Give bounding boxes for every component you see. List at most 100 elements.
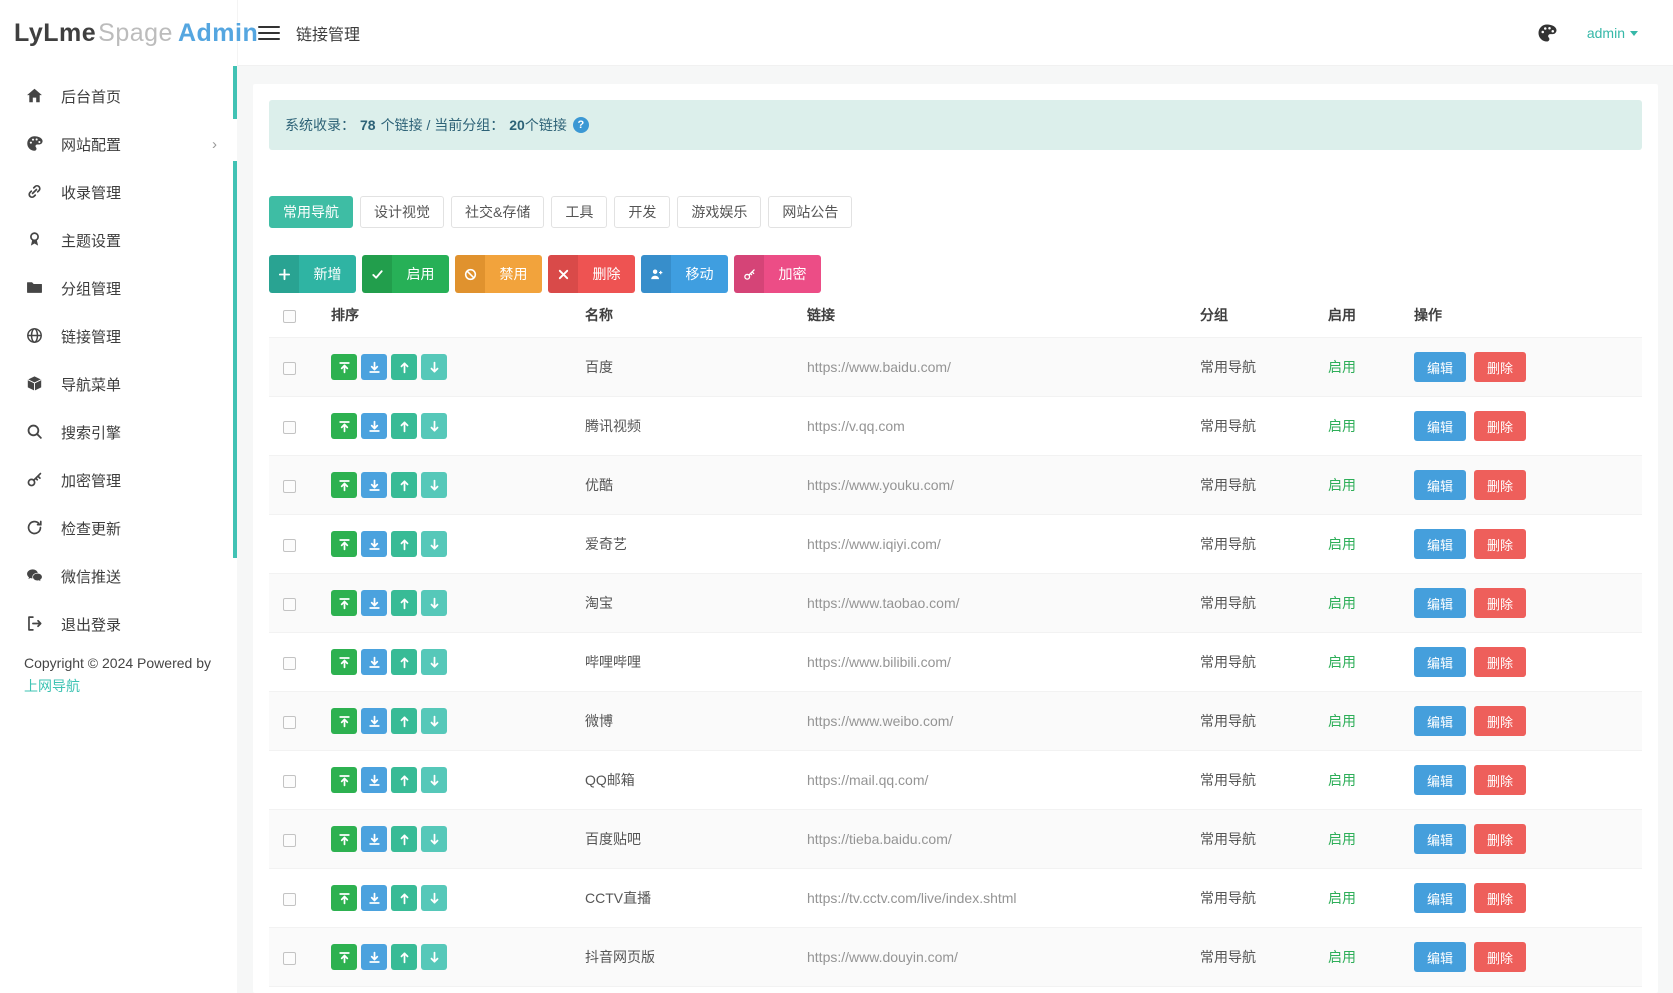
sort-down-button[interactable] bbox=[421, 885, 447, 911]
sort-down-button[interactable] bbox=[421, 649, 447, 675]
row-checkbox[interactable] bbox=[283, 892, 296, 906]
sort-up-button[interactable] bbox=[391, 531, 417, 557]
sort-up-button[interactable] bbox=[391, 354, 417, 380]
sort-top-button[interactable] bbox=[331, 590, 357, 616]
tab-design[interactable]: 设计视觉 bbox=[360, 196, 444, 228]
edit-button[interactable]: 编辑 bbox=[1414, 706, 1466, 736]
sidebar-item-groups[interactable]: 分组管理 bbox=[0, 264, 237, 312]
sidebar-item-home[interactable]: 后台首页 bbox=[0, 72, 237, 120]
delete-button[interactable]: 删除 bbox=[1474, 470, 1526, 500]
edit-button[interactable]: 编辑 bbox=[1414, 883, 1466, 913]
sort-top-button[interactable] bbox=[331, 885, 357, 911]
tab-tools[interactable]: 工具 bbox=[551, 196, 608, 228]
row-checkbox[interactable] bbox=[283, 715, 296, 729]
delete-button[interactable]: 删除 bbox=[1474, 411, 1526, 441]
row-checkbox[interactable] bbox=[283, 420, 296, 434]
sort-bottom-button[interactable] bbox=[361, 767, 387, 793]
enable-button[interactable]: 启用 bbox=[362, 255, 449, 293]
row-checkbox[interactable] bbox=[283, 656, 296, 670]
tab-common-nav[interactable]: 常用导航 bbox=[269, 196, 353, 228]
row-checkbox[interactable] bbox=[283, 479, 296, 493]
sort-bottom-button[interactable] bbox=[361, 590, 387, 616]
edit-button[interactable]: 编辑 bbox=[1414, 765, 1466, 795]
sort-bottom-button[interactable] bbox=[361, 413, 387, 439]
delete-button[interactable]: 删除 bbox=[1474, 647, 1526, 677]
sort-down-button[interactable] bbox=[421, 826, 447, 852]
encrypt-button[interactable]: 加密 bbox=[734, 255, 821, 293]
add-button[interactable]: 新增 bbox=[269, 255, 356, 293]
sort-bottom-button[interactable] bbox=[361, 531, 387, 557]
theme-palette-icon[interactable] bbox=[1537, 23, 1557, 43]
sort-down-button[interactable] bbox=[421, 767, 447, 793]
tab-social-store[interactable]: 社交&存储 bbox=[451, 196, 545, 228]
delete-button[interactable]: 删除 bbox=[1474, 588, 1526, 618]
tab-games[interactable]: 游戏娱乐 bbox=[677, 196, 762, 228]
sort-up-button[interactable] bbox=[391, 885, 417, 911]
sort-up-button[interactable] bbox=[391, 767, 417, 793]
edit-button[interactable]: 编辑 bbox=[1414, 647, 1466, 677]
help-icon[interactable]: ? bbox=[572, 117, 589, 133]
sort-bottom-button[interactable] bbox=[361, 649, 387, 675]
delete-button[interactable]: 删除 bbox=[1474, 352, 1526, 382]
sidebar-item-site-config[interactable]: 网站配置 › bbox=[0, 120, 237, 168]
sidebar-item-nav-menu[interactable]: 导航菜单 bbox=[0, 360, 237, 408]
sort-down-button[interactable] bbox=[421, 531, 447, 557]
sort-down-button[interactable] bbox=[421, 413, 447, 439]
delete-button[interactable]: 删除 bbox=[1474, 706, 1526, 736]
row-checkbox[interactable] bbox=[283, 538, 296, 552]
edit-button[interactable]: 编辑 bbox=[1414, 352, 1466, 382]
edit-button[interactable]: 编辑 bbox=[1414, 942, 1466, 972]
sort-top-button[interactable] bbox=[331, 354, 357, 380]
sort-bottom-button[interactable] bbox=[361, 826, 387, 852]
sort-bottom-button[interactable] bbox=[361, 354, 387, 380]
sort-up-button[interactable] bbox=[391, 590, 417, 616]
edit-button[interactable]: 编辑 bbox=[1414, 411, 1466, 441]
sort-up-button[interactable] bbox=[391, 944, 417, 970]
sort-down-button[interactable] bbox=[421, 944, 447, 970]
delete-button[interactable]: 删除 bbox=[1474, 824, 1526, 854]
row-checkbox[interactable] bbox=[283, 951, 296, 965]
edit-button[interactable]: 编辑 bbox=[1414, 824, 1466, 854]
delete-button[interactable]: 删除 bbox=[1474, 529, 1526, 559]
sidebar-item-logout[interactable]: 退出登录 bbox=[0, 600, 237, 648]
sort-top-button[interactable] bbox=[331, 767, 357, 793]
sort-bottom-button[interactable] bbox=[361, 885, 387, 911]
tab-dev[interactable]: 开发 bbox=[614, 196, 671, 228]
sort-up-button[interactable] bbox=[391, 472, 417, 498]
edit-button[interactable]: 编辑 bbox=[1414, 470, 1466, 500]
sort-down-button[interactable] bbox=[421, 590, 447, 616]
row-checkbox[interactable] bbox=[283, 597, 296, 611]
edit-button[interactable]: 编辑 bbox=[1414, 588, 1466, 618]
sort-up-button[interactable] bbox=[391, 649, 417, 675]
sidebar-item-search-engine[interactable]: 搜索引擎 bbox=[0, 408, 237, 456]
move-button[interactable]: 移动 bbox=[641, 255, 728, 293]
sort-top-button[interactable] bbox=[331, 944, 357, 970]
delete-button[interactable]: 删除 bbox=[548, 255, 635, 293]
sort-up-button[interactable] bbox=[391, 708, 417, 734]
disable-button[interactable]: 禁用 bbox=[455, 255, 542, 293]
sort-top-button[interactable] bbox=[331, 413, 357, 439]
user-dropdown[interactable]: admin bbox=[1587, 25, 1638, 41]
tab-site-notice[interactable]: 网站公告 bbox=[768, 196, 853, 228]
row-checkbox[interactable] bbox=[283, 833, 296, 847]
sort-top-button[interactable] bbox=[331, 649, 357, 675]
sort-up-button[interactable] bbox=[391, 826, 417, 852]
sort-top-button[interactable] bbox=[331, 708, 357, 734]
row-checkbox[interactable] bbox=[283, 361, 296, 375]
row-checkbox[interactable] bbox=[283, 774, 296, 788]
sort-bottom-button[interactable] bbox=[361, 708, 387, 734]
sidebar-item-encrypt[interactable]: 加密管理 bbox=[0, 456, 237, 504]
sort-bottom-button[interactable] bbox=[361, 944, 387, 970]
select-all-checkbox[interactable] bbox=[283, 309, 296, 323]
delete-button[interactable]: 删除 bbox=[1474, 765, 1526, 795]
sidebar-item-check-update[interactable]: 检查更新 bbox=[0, 504, 237, 552]
sidebar-item-collect[interactable]: 收录管理 bbox=[0, 168, 237, 216]
delete-button[interactable]: 删除 bbox=[1474, 942, 1526, 972]
sort-down-button[interactable] bbox=[421, 708, 447, 734]
sort-top-button[interactable] bbox=[331, 472, 357, 498]
sort-top-button[interactable] bbox=[331, 826, 357, 852]
copyright-link[interactable]: 上网导航 bbox=[24, 678, 80, 694]
edit-button[interactable]: 编辑 bbox=[1414, 529, 1466, 559]
sidebar-item-links[interactable]: 链接管理 bbox=[0, 312, 237, 360]
sort-top-button[interactable] bbox=[331, 531, 357, 557]
